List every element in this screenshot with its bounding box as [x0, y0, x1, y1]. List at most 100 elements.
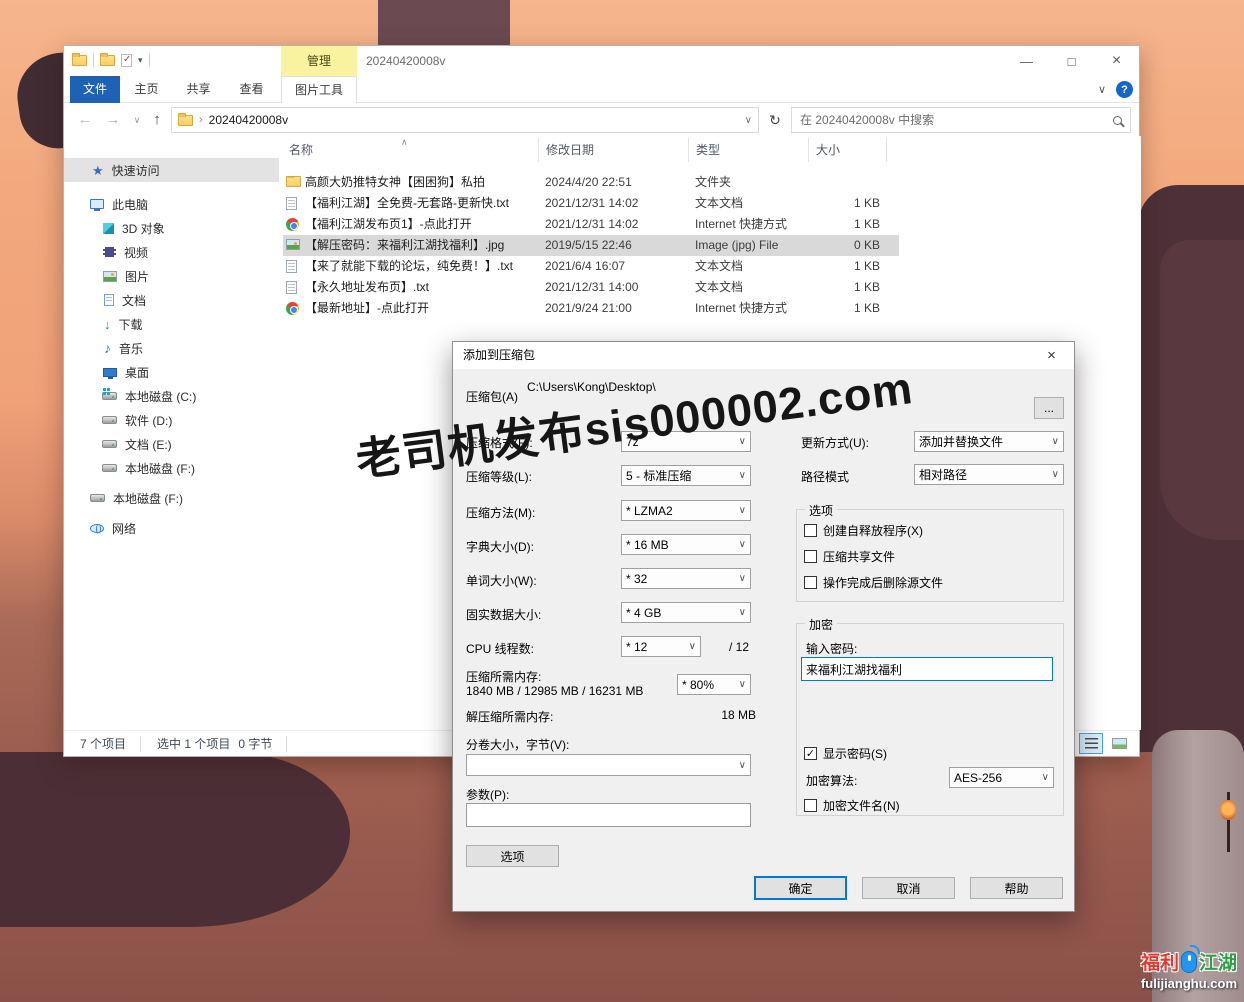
- decompress-memory-label: 解压缩所需内存:: [466, 708, 553, 725]
- sidebar-item-quick-access[interactable]: ★ 快速访问: [64, 158, 279, 182]
- solid-block-combo[interactable]: * 4 GB∨: [621, 602, 751, 623]
- up-button[interactable]: ↑: [146, 104, 168, 136]
- tab-home[interactable]: 主页: [124, 76, 169, 103]
- path-mode-combo[interactable]: 相对路径∨: [914, 464, 1064, 485]
- column-header-date[interactable]: 修改日期: [546, 141, 594, 164]
- qat-properties-icon[interactable]: [121, 54, 132, 67]
- word-size-label: 单词大小(W):: [466, 572, 537, 589]
- internet-shortcut-icon: [286, 218, 299, 231]
- password-input[interactable]: [801, 657, 1053, 681]
- update-mode-combo[interactable]: 添加并替换文件∨: [914, 431, 1064, 452]
- sidebar-item-disk-f-2[interactable]: 本地磁盘 (F:): [64, 486, 279, 510]
- document-icon: [104, 294, 114, 306]
- help-button[interactable]: 帮助: [970, 877, 1063, 899]
- delete-after-checkbox[interactable]: 操作完成后删除源文件: [804, 574, 943, 591]
- text-file-icon: [286, 197, 297, 210]
- encryption-method-combo[interactable]: AES-256∨: [949, 767, 1054, 788]
- column-header-size[interactable]: 大小: [816, 141, 840, 164]
- sidebar-item-disk-f[interactable]: 本地磁盘 (F:): [64, 456, 279, 480]
- cpu-threads-combo[interactable]: * 12∨: [621, 636, 701, 657]
- options-button[interactable]: 选项: [466, 845, 559, 867]
- dialog-title: 添加到压缩包: [463, 342, 535, 369]
- sidebar-item-this-pc[interactable]: 此电脑: [64, 192, 279, 216]
- column-header-name[interactable]: 名称 ∧: [289, 141, 534, 164]
- selection-size: 0 字节: [238, 735, 272, 752]
- table-row[interactable]: 高颜大奶推特女神【困困狗】私拍 2024/4/20 22:51 文件夹: [283, 172, 899, 193]
- search-box[interactable]: [791, 107, 1131, 133]
- video-icon: [103, 247, 116, 257]
- forward-button[interactable]: →: [102, 104, 124, 136]
- qat-folder-icon-2[interactable]: [100, 55, 115, 66]
- parameters-input[interactable]: [466, 803, 751, 827]
- cancel-button[interactable]: 取消: [862, 877, 955, 899]
- table-row[interactable]: 【最新地址】-点此打开 2021/9/24 21:00 Internet 快捷方…: [283, 298, 899, 319]
- desktop-icon: [103, 368, 117, 377]
- compress-shared-checkbox[interactable]: 压缩共享文件: [804, 548, 895, 565]
- address-dropdown-icon[interactable]: ∨: [745, 115, 752, 126]
- table-row[interactable]: 【福利江湖发布页1】-点此打开 2021/12/31 14:02 Interne…: [283, 214, 899, 235]
- back-button[interactable]: ←: [74, 104, 96, 136]
- sidebar-item-3d-objects[interactable]: 3D 对象: [64, 216, 279, 240]
- thumbnail-view-button[interactable]: [1107, 733, 1131, 754]
- password-label: 输入密码:: [806, 640, 857, 657]
- sidebar-item-disk-e[interactable]: 文档 (E:): [64, 432, 279, 456]
- volume-size-label: 分卷大小，字节(V):: [466, 736, 569, 753]
- maximize-button[interactable]: □: [1049, 46, 1094, 76]
- table-row[interactable]: 【福利江湖】全免费-无套路-更新快.txt 2021/12/31 14:02 文…: [283, 193, 899, 214]
- tab-share[interactable]: 共享: [176, 76, 221, 103]
- wallpaper-lantern: [1220, 800, 1236, 820]
- tab-picture-tools[interactable]: 图片工具: [281, 76, 357, 103]
- sidebar-item-disk-c[interactable]: 本地磁盘 (C:): [64, 384, 279, 408]
- tab-view[interactable]: 查看: [229, 76, 274, 103]
- method-combo[interactable]: * LZMA2∨: [621, 500, 751, 521]
- details-view-button[interactable]: [1079, 733, 1103, 754]
- ribbon-contextual-tab-manage[interactable]: 管理: [281, 46, 357, 76]
- close-button[interactable]: ×: [1094, 46, 1139, 76]
- quick-access-star-icon: ★: [92, 164, 104, 177]
- checkbox-icon: [804, 524, 817, 537]
- ribbon-collapse-icon[interactable]: ∨: [1098, 83, 1106, 96]
- table-row[interactable]: 【永久地址发布页】.txt 2021/12/31 14:00 文本文档 1 KB: [283, 277, 899, 298]
- navigation-pane: ★ 快速访问 此电脑 3D 对象 视频 图片 文档 ↓ 下载 ♪ 音乐: [64, 136, 279, 730]
- table-row[interactable]: 【来了就能下载的论坛，纯免费！】.txt 2021/6/4 16:07 文本文档…: [283, 256, 899, 277]
- tab-file[interactable]: 文件: [70, 76, 120, 103]
- minimize-button[interactable]: —: [1004, 46, 1049, 76]
- qat-customize-dropdown-icon[interactable]: ▾: [138, 55, 143, 66]
- memory-percent-combo[interactable]: * 80%∨: [677, 674, 751, 695]
- text-file-icon: [286, 260, 297, 273]
- search-input[interactable]: [800, 113, 1113, 127]
- breadcrumb[interactable]: 20240420008v: [209, 113, 288, 127]
- ok-button[interactable]: 确定: [754, 876, 847, 900]
- dialog-close-button[interactable]: ×: [1029, 342, 1074, 369]
- help-icon[interactable]: ?: [1116, 81, 1133, 98]
- show-password-checkbox[interactable]: ✓ 显示密码(S): [804, 745, 887, 762]
- wallpaper-mountain-2: [1160, 240, 1244, 540]
- column-header-type[interactable]: 类型: [696, 141, 720, 164]
- sidebar-item-videos[interactable]: 视频: [64, 240, 279, 264]
- create-sfx-checkbox[interactable]: 创建自释放程序(X): [804, 522, 923, 539]
- browse-button[interactable]: ...: [1034, 397, 1064, 419]
- sidebar-item-desktop[interactable]: 桌面: [64, 360, 279, 384]
- sidebar-item-music[interactable]: ♪ 音乐: [64, 336, 279, 360]
- address-bar[interactable]: › 20240420008v ∨: [171, 107, 759, 133]
- window-title: 20240420008v: [366, 46, 445, 76]
- sidebar-item-downloads[interactable]: ↓ 下载: [64, 312, 279, 336]
- checkbox-icon: [804, 550, 817, 563]
- table-row-selected[interactable]: 【解压密码：来福利江湖找福利】.jpg 2019/5/15 22:46 Imag…: [283, 235, 899, 256]
- sidebar-item-pictures[interactable]: 图片: [64, 264, 279, 288]
- sidebar-item-documents[interactable]: 文档: [64, 288, 279, 312]
- dictionary-combo[interactable]: * 16 MB∨: [621, 534, 751, 555]
- encrypt-filenames-checkbox[interactable]: 加密文件名(N): [804, 797, 900, 814]
- thumbnail-view-icon: [1112, 738, 1127, 749]
- refresh-button[interactable]: ↻: [763, 107, 787, 133]
- sort-ascending-icon: ∧: [401, 137, 408, 148]
- volume-size-combo[interactable]: ∨: [466, 754, 751, 776]
- level-combo[interactable]: 5 - 标准压缩∨: [621, 465, 751, 486]
- qat-folder-icon[interactable]: [72, 55, 87, 66]
- logo-text-right: 江湖: [1199, 948, 1237, 975]
- word-size-combo[interactable]: * 32∨: [621, 568, 751, 589]
- sidebar-item-network[interactable]: 网络: [64, 516, 279, 540]
- sidebar-item-disk-d[interactable]: 软件 (D:): [64, 408, 279, 432]
- image-file-icon: [286, 239, 300, 250]
- recent-locations-icon[interactable]: ∨: [126, 104, 148, 136]
